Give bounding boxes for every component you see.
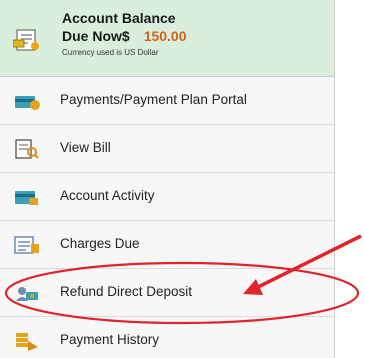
student-finance-menu: Account Balance Due Now$ 150.00 Currency … bbox=[0, 0, 335, 358]
bill-icon bbox=[13, 29, 39, 51]
due-now-line: Due Now$ 150.00 bbox=[62, 28, 187, 44]
menu-item-account-activity[interactable]: Account Activity bbox=[0, 173, 334, 221]
refund-deposit-icon bbox=[16, 287, 38, 301]
view-bill-icon bbox=[15, 139, 39, 159]
currency-note: Currency used is US Dollar bbox=[62, 48, 159, 57]
menu-item-label: Refund Direct Deposit bbox=[60, 284, 193, 299]
due-amount: 150.00 bbox=[143, 28, 187, 44]
menu-item-label: View Bill bbox=[60, 140, 111, 155]
due-now-label: Due Now$ bbox=[62, 28, 130, 44]
account-activity-icon bbox=[15, 191, 38, 205]
payment-history-icon bbox=[16, 333, 38, 351]
account-balance-tile[interactable]: Account Balance Due Now$ 150.00 Currency … bbox=[0, 0, 334, 77]
menu-item-payment-history[interactable]: Payment History bbox=[0, 317, 334, 358]
menu-item-payment-portal[interactable]: Payments/Payment Plan Portal bbox=[0, 77, 334, 125]
menu-item-label: Payments/Payment Plan Portal bbox=[60, 92, 247, 107]
charges-due-icon bbox=[14, 236, 39, 254]
menu-item-label: Payment History bbox=[60, 332, 160, 347]
account-balance-title: Account Balance bbox=[62, 10, 176, 26]
menu-item-label: Account Activity bbox=[60, 188, 155, 203]
menu-item-label: Charges Due bbox=[60, 236, 140, 251]
menu-item-charges-due[interactable]: Charges Due bbox=[0, 221, 334, 269]
menu-item-refund-direct-deposit[interactable]: Refund Direct Deposit bbox=[0, 269, 334, 317]
menu-item-view-bill[interactable]: View Bill bbox=[0, 125, 334, 173]
payment-portal-icon bbox=[15, 96, 40, 110]
